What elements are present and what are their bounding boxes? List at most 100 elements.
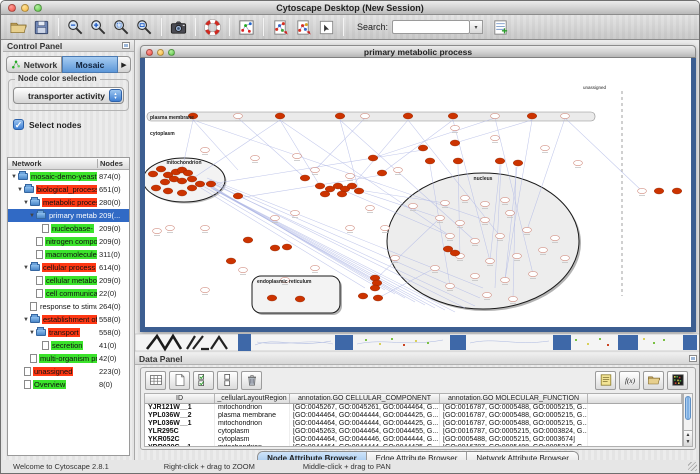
tree-row-primary-metabo[interactable]: ▼primary metabo209(...: [8, 209, 129, 222]
matrix-view-button[interactable]: [667, 371, 688, 390]
search-dropdown-arrow[interactable]: ▾: [470, 20, 483, 34]
table-row[interactable]: YPL036W__1mitochondrion[GO:0044464, GO:0…: [145, 420, 682, 428]
table-row[interactable]: YKR052Ccytoplasm[GO:0044464, GO:0044446,…: [145, 436, 682, 444]
minimize-icon[interactable]: [157, 49, 164, 56]
maximize-icon[interactable]: [168, 49, 175, 56]
network-node[interactable]: [187, 176, 197, 182]
tree-row-nucleobase-[interactable]: nucleobase-209(0): [8, 222, 129, 235]
tab-mosaic[interactable]: Mosaic: [62, 56, 118, 73]
tree-row-cellular-metabol[interactable]: cellular metabol209(0): [8, 274, 129, 287]
float-panel-icon[interactable]: [122, 42, 130, 49]
tree-row-macromolecule[interactable]: macromolecule311(0): [8, 248, 129, 261]
network-node[interactable]: [370, 285, 380, 291]
snapshot-button[interactable]: [167, 16, 190, 38]
tree-expand-icon[interactable]: ▼: [22, 265, 30, 271]
network-node[interactable]: [148, 171, 158, 177]
network-node[interactable]: [275, 113, 285, 119]
network-node[interactable]: [527, 113, 537, 119]
network-node[interactable]: [156, 166, 166, 172]
network-node[interactable]: [368, 155, 378, 161]
close-icon[interactable]: [146, 49, 153, 56]
scroll-up-icon[interactable]: ▲: [686, 432, 691, 439]
network-node[interactable]: [335, 113, 345, 119]
tree-row-secretion[interactable]: secretion41(0): [8, 339, 129, 352]
resize-grip[interactable]: [688, 462, 697, 471]
tree-expand-icon[interactable]: ▼: [28, 330, 36, 336]
network-overview-button[interactable]: [235, 16, 258, 38]
network-node[interactable]: [337, 191, 347, 197]
tree-row-cellular-process[interactable]: ▼cellular process614(0): [8, 261, 129, 274]
zoom-selected-button[interactable]: [110, 16, 133, 38]
network-node[interactable]: [295, 296, 305, 302]
network-node[interactable]: [358, 293, 368, 299]
tree-expand-icon[interactable]: ▼: [22, 317, 30, 323]
network-node[interactable]: [267, 295, 277, 301]
network-node[interactable]: [270, 245, 280, 251]
column-header[interactable]: annotation.GO MOLECULAR_FUNCTION: [440, 394, 588, 403]
table-row[interactable]: YJR121W__1mitochondrion[GO:0045267, GO:0…: [145, 404, 682, 412]
open-folder-button[interactable]: [7, 16, 30, 38]
attribute-notes-button[interactable]: [595, 371, 616, 390]
column-header[interactable]: _cellularLayoutRegion: [215, 394, 290, 403]
search-input[interactable]: [392, 20, 470, 34]
minimize-button[interactable]: [21, 4, 29, 12]
network-node[interactable]: [177, 178, 187, 184]
table-row[interactable]: YPL036W__2plasma membrane[GO:0044464, GO…: [145, 412, 682, 420]
network-node[interactable]: [177, 190, 187, 196]
tree-row-establishment-of-lo[interactable]: ▼establishment of lo558(0): [8, 313, 129, 326]
select-nodes-checkbox[interactable]: ✓: [13, 119, 24, 130]
attribute-grid-button[interactable]: [145, 371, 166, 390]
scrollbar-thumb[interactable]: [685, 396, 691, 420]
tree-expand-icon[interactable]: ▼: [10, 174, 18, 180]
network-node[interactable]: [187, 185, 197, 191]
network-node[interactable]: [453, 158, 463, 164]
select-attributes-button[interactable]: [193, 371, 214, 390]
network-node[interactable]: [151, 185, 161, 191]
table-row[interactable]: YLR295Ccytoplasm[GO:0045263, GO:0044464,…: [145, 428, 682, 436]
import-network-2-button[interactable]: [292, 16, 315, 38]
network-node[interactable]: [373, 295, 383, 301]
annotation-button[interactable]: [315, 16, 338, 38]
tree-expand-icon[interactable]: ▼: [22, 200, 30, 206]
network-node[interactable]: [243, 237, 253, 243]
zoom-in-button[interactable]: [87, 16, 110, 38]
network-node[interactable]: [654, 188, 664, 194]
network-node[interactable]: [300, 175, 310, 181]
network-node[interactable]: [226, 258, 236, 264]
network-node[interactable]: [418, 145, 428, 151]
function-builder-button[interactable]: f(x): [619, 371, 640, 390]
import-network-1-button[interactable]: [269, 16, 292, 38]
network-view-titlebar[interactable]: primary metabolic process: [140, 45, 696, 58]
tree-row-response-to-stimulu[interactable]: response to stimulu264(0): [8, 300, 129, 313]
network-node[interactable]: [450, 250, 460, 256]
tree-expand-icon[interactable]: ▼: [28, 213, 36, 219]
tree-row-biological-process[interactable]: ▼biological_process651(0): [8, 183, 129, 196]
network-node[interactable]: [320, 191, 330, 197]
close-button[interactable]: [8, 4, 16, 12]
float-panel-icon[interactable]: [689, 355, 697, 362]
network-node[interactable]: [347, 183, 357, 189]
table-scrollbar[interactable]: ▲ ▼: [683, 393, 693, 447]
network-node[interactable]: [183, 170, 193, 176]
zoom-out-button[interactable]: [64, 16, 87, 38]
scrollbar-arrows[interactable]: ▲ ▼: [684, 430, 692, 446]
tree-row-mosaic-demo-yeast[interactable]: ▼mosaic-demo-yeast874(0): [8, 170, 129, 183]
network-node[interactable]: [163, 188, 173, 194]
network-node[interactable]: [403, 113, 413, 119]
network-node[interactable]: [315, 183, 325, 189]
network-node[interactable]: [354, 188, 364, 194]
zoom-button[interactable]: [34, 4, 42, 12]
open-attribute-button[interactable]: [643, 371, 664, 390]
column-header[interactable]: annotation.GO CELLULAR_COMPONENT: [290, 394, 440, 403]
tree-row-transport[interactable]: ▼transport558(0): [8, 326, 129, 339]
network-node[interactable]: [425, 158, 435, 164]
network-canvas[interactable]: plasma membranecytoplasmmitochondrionnuc…: [145, 58, 691, 327]
delete-attribute-button[interactable]: [241, 371, 262, 390]
network-node[interactable]: [450, 140, 460, 146]
network-node[interactable]: [160, 179, 170, 185]
tab-overflow-button[interactable]: ▶: [118, 56, 131, 73]
network-node[interactable]: [195, 181, 205, 187]
table-row[interactable]: YDR039C__1mitochondrion[GO:0044464, GO:0…: [145, 444, 682, 447]
network-node[interactable]: [282, 244, 292, 250]
network-node[interactable]: [672, 188, 682, 194]
